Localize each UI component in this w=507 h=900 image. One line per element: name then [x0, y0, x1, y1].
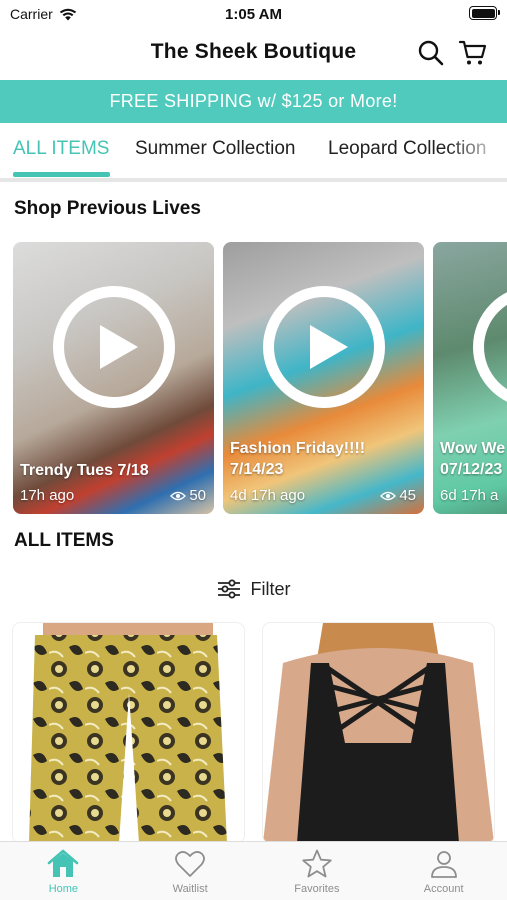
live-title: Wow We 07/12/23 [440, 438, 505, 480]
status-bar: Carrier 1:05 AM [0, 0, 507, 30]
play-icon [263, 286, 385, 408]
previous-lives-heading: Shop Previous Lives [14, 198, 201, 219]
live-title: Trendy Tues 7/18 [20, 462, 149, 479]
live-view-count: 45 [380, 487, 416, 504]
live-video-card[interactable]: Fashion Friday!!!! 7/14/23 4d 17h ago 45 [223, 242, 424, 514]
filter-button[interactable]: Filter [0, 576, 507, 602]
eye-icon [380, 491, 397, 500]
product-card[interactable] [263, 623, 494, 843]
view-count-value: 50 [189, 487, 206, 504]
play-icon [53, 286, 175, 408]
product-image [263, 623, 494, 843]
live-title-line: Wow We [440, 440, 506, 457]
tab-summer-collection[interactable]: Summer Collection [135, 138, 296, 160]
promo-banner[interactable]: FREE SHIPPING w/ $125 or More! [0, 80, 507, 123]
divider [0, 178, 507, 182]
bottom-tab-bar: Home Waitlist Favorites Account [0, 841, 507, 900]
tab-account-label: Account [423, 883, 464, 895]
home-icon [48, 849, 79, 877]
all-items-heading: ALL ITEMS [14, 530, 114, 551]
clock: 1:05 AM [225, 6, 282, 23]
tab-home-label: Home [48, 883, 79, 895]
tab-all-items[interactable]: ALL ITEMS [13, 138, 109, 160]
previous-lives-carousel[interactable]: Trendy Tues 7/18 17h ago 50 Fashion Frid… [0, 242, 507, 516]
live-time-ago: 4d 17h ago [230, 487, 306, 504]
product-card[interactable] [13, 623, 244, 843]
tab-favorites[interactable]: Favorites [254, 842, 381, 900]
active-tab-indicator [13, 172, 110, 177]
battery-icon [469, 6, 500, 20]
tab-account[interactable]: Account [380, 842, 507, 900]
category-tabs: ALL ITEMS Summer Collection Leopard Coll… [0, 123, 507, 181]
app-header: The Sheek Boutique [0, 30, 507, 78]
tabs-fade [447, 123, 507, 181]
tab-home[interactable]: Home [0, 842, 127, 900]
live-date: 07/12/23 [440, 461, 503, 478]
play-icon [473, 286, 507, 408]
tab-waitlist[interactable]: Waitlist [127, 842, 254, 900]
tab-favorites-label: Favorites [294, 883, 340, 895]
filter-label: Filter [250, 578, 291, 599]
sliders-icon [217, 579, 240, 599]
cart-button[interactable] [458, 38, 488, 68]
live-view-count: 50 [170, 487, 206, 504]
live-title: Fashion Friday!!!! 7/14/23 [230, 438, 365, 480]
view-count-value: 45 [399, 487, 416, 504]
search-button[interactable] [416, 38, 446, 68]
live-video-card[interactable]: Trendy Tues 7/18 17h ago 50 [13, 242, 214, 514]
tab-waitlist-label: Waitlist [172, 883, 208, 895]
live-date: 7/14/23 [230, 461, 284, 478]
eye-icon [170, 491, 187, 500]
live-video-card[interactable]: Wow We 07/12/23 6d 17h a [433, 242, 507, 514]
star-icon [302, 849, 332, 878]
heart-icon [175, 851, 206, 877]
cart-icon [458, 40, 487, 65]
person-icon [430, 851, 457, 878]
live-title-line: Fashion Friday!!!! [230, 440, 366, 457]
live-time-ago: 6d 17h a [440, 487, 499, 504]
product-image [13, 623, 244, 843]
live-time-ago: 17h ago [20, 487, 75, 504]
search-icon [418, 40, 444, 66]
promo-text: FREE SHIPPING w/ $125 or More! [109, 91, 398, 111]
